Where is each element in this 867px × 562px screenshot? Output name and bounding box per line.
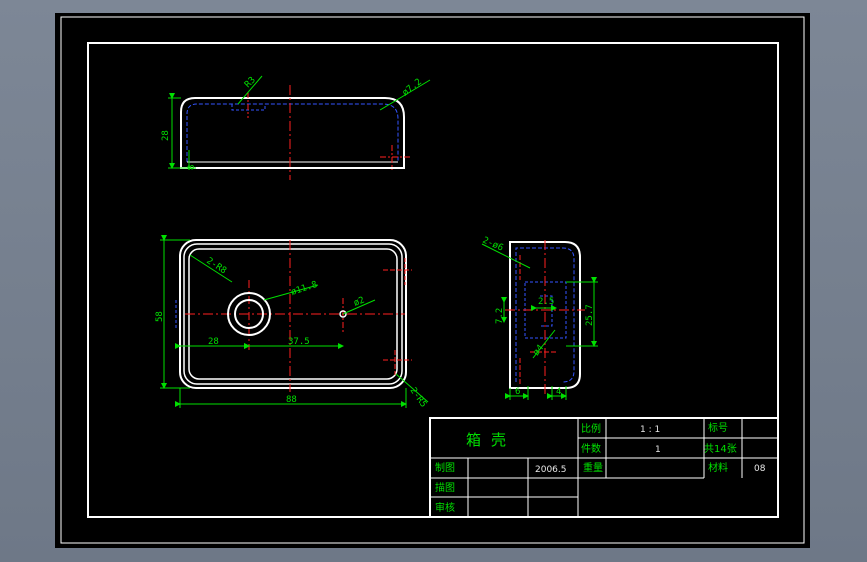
label-drawn: 制图 xyxy=(435,461,455,474)
side-view-w-a-dim: 6 xyxy=(515,387,520,397)
side-view-w-b-dim: 4 xyxy=(556,387,561,397)
label-scale: 比例 xyxy=(581,422,601,435)
label-quantity: 件数 xyxy=(581,442,601,455)
label-checked: 审核 xyxy=(435,501,455,514)
value-sheets: 共14张 xyxy=(704,443,737,455)
front-view-width-dim: 88 xyxy=(286,395,297,405)
label-traced: 描图 xyxy=(435,481,455,494)
model-space xyxy=(55,13,810,548)
label-material: 材料 xyxy=(708,461,728,474)
top-view-small-dim: 8 xyxy=(187,165,197,170)
front-view-dist-b-dim: 37.5 xyxy=(288,337,310,347)
value-scale: 1 : 1 xyxy=(640,425,660,435)
value-quantity: 1 xyxy=(655,445,661,455)
front-view-height-dim: 58 xyxy=(155,311,165,322)
top-view-height-dim: 28 xyxy=(161,130,171,141)
cad-drawing: 28 8 R3 ø7.2 58 88 28 37.5 2-R8 ø11.8 ø2… xyxy=(55,13,810,548)
side-view-h-big-dim: 25.7 xyxy=(585,304,595,326)
label-mark: 标号 xyxy=(708,422,728,434)
value-date: 2006.5 xyxy=(535,465,567,475)
label-weight: 重量 xyxy=(583,461,603,474)
front-view-dist-a-dim: 28 xyxy=(208,337,219,347)
side-view-h-small-dim: 7.2 xyxy=(495,308,505,324)
value-material: 08 xyxy=(754,464,766,474)
side-view-gap-dim: 2.5 xyxy=(538,297,554,307)
part-name: 箱壳 xyxy=(466,431,516,449)
